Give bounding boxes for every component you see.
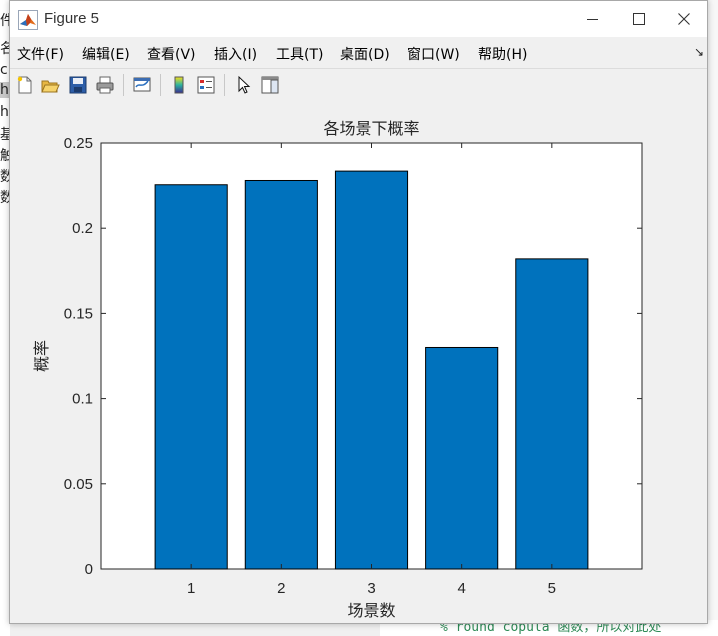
bar-4 (425, 346, 499, 570)
print-icon[interactable] (94, 74, 116, 96)
y-tick-label: 0 (85, 561, 93, 578)
menu-view[interactable]: 查看(V) (147, 44, 196, 64)
close-button[interactable] (661, 1, 707, 37)
minimize-button[interactable] (569, 1, 615, 37)
insert-colorbar-icon[interactable] (168, 74, 190, 96)
menu-bar: 文件(F) 编辑(E) 查看(V) 插入(I) 工具(T) 桌面(D) 窗口(W… (10, 37, 707, 67)
menu-desktop[interactable]: 桌面(D) (340, 44, 390, 64)
property-inspector-icon[interactable] (259, 74, 281, 96)
save-icon[interactable] (67, 74, 89, 96)
figure-toolbar (10, 68, 707, 102)
x-tick-label: 1 (187, 580, 195, 597)
bar-1 (154, 184, 228, 570)
maximize-icon (633, 13, 645, 25)
open-file-icon[interactable] (39, 74, 61, 96)
toolbar-separator (224, 74, 225, 96)
minimize-icon (587, 19, 598, 20)
x-tick-label: 3 (367, 580, 375, 597)
window-title: Figure 5 (44, 10, 100, 27)
figure-canvas[interactable]: 1 2 3 4 5 0 0.05 0.1 0.15 0.2 0.25 各场景下概率 场景数 概率 (10, 101, 707, 623)
x-tick-label: 5 (548, 580, 556, 597)
y-tick-label: 0.2 (72, 220, 93, 237)
y-axis-label: 概率 (32, 340, 51, 372)
menu-help[interactable]: 帮助(H) (478, 44, 527, 64)
background-text-line: c (0, 62, 8, 78)
bar-3 (334, 170, 409, 570)
menu-window[interactable]: 窗口(W) (407, 44, 460, 64)
toolbar-separator (123, 74, 124, 96)
maximize-button[interactable] (615, 1, 661, 37)
title-bar[interactable]: Figure 5 (10, 1, 707, 37)
bar-chart: 1 2 3 4 5 0 0.05 0.1 0.15 0.2 0.25 各场景下概率 场景数 概率 (32, 119, 643, 620)
matlab-logo-icon (18, 10, 38, 30)
new-figure-icon[interactable] (14, 74, 36, 96)
menu-file[interactable]: 文件(F) (17, 44, 64, 64)
y-tick-label: 0.15 (64, 305, 93, 322)
edit-plot-icon[interactable] (233, 74, 255, 96)
chart-title: 各场景下概率 (323, 119, 419, 138)
figure-window[interactable]: Figure 5 文件(F) 编辑(E) 查看(V) 插入(I) 工具(T) 桌… (9, 0, 708, 624)
y-tick-label: 0.1 (72, 391, 93, 408)
close-icon (678, 13, 690, 25)
x-tick-label: 4 (457, 580, 465, 597)
menu-edit[interactable]: 编辑(E) (82, 44, 130, 64)
x-tick-label: 2 (277, 580, 285, 597)
y-tick-label: 0.25 (64, 135, 93, 152)
toolbar-separator (160, 74, 161, 96)
y-tick-label: 0.05 (64, 476, 93, 493)
insert-legend-icon[interactable] (195, 74, 217, 96)
bar-2 (244, 179, 318, 570)
link-plot-icon[interactable] (131, 74, 153, 96)
menu-tools[interactable]: 工具(T) (276, 44, 323, 64)
bar-5 (515, 258, 589, 570)
x-axis-label: 场景数 (347, 601, 395, 620)
background-window-edge (708, 0, 718, 636)
dock-figure-icon[interactable]: ↘ (694, 45, 704, 59)
menu-insert[interactable]: 插入(I) (214, 44, 257, 64)
